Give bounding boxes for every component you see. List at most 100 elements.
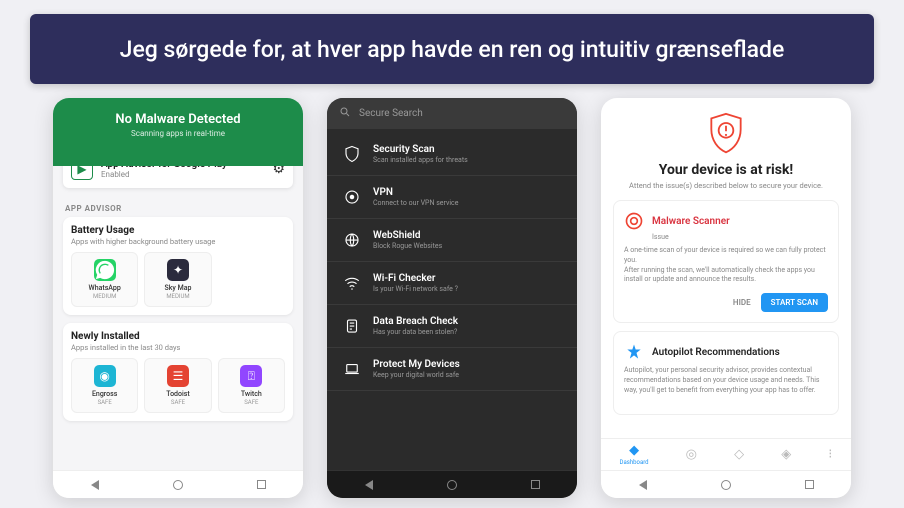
item-sub: Keep your digital world safe [373, 371, 561, 379]
phone1-header-sub: Scanning apps in real-time [61, 129, 295, 138]
android-nav [601, 470, 851, 498]
item-title: Protect My Devices [373, 359, 561, 370]
list-item[interactable]: Data Breach CheckHas your data been stol… [327, 305, 577, 348]
malware-icon [624, 211, 644, 231]
home-icon[interactable] [720, 479, 732, 491]
app-tile[interactable]: WhatsApp MEDIUM [71, 252, 138, 307]
bottom-tabs: ◆ Dashboard ◎ ◇ ◈ ⁝ [601, 438, 851, 470]
autopilot-title: Autopilot Recommendations [652, 347, 780, 358]
lock-icon: ◇ [734, 447, 744, 462]
tab-2[interactable]: ◎ [686, 447, 697, 462]
twitch-icon: ⍰ [240, 365, 262, 387]
laptop-icon [343, 360, 361, 378]
feature-list: Security ScanScan installed apps for thr… [327, 129, 577, 421]
app-status: SAFE [74, 399, 135, 406]
app-name: Todoist [147, 390, 208, 398]
home-icon[interactable] [446, 479, 458, 491]
tab-dashboard[interactable]: ◆ Dashboard [620, 443, 649, 466]
back-icon[interactable] [363, 479, 375, 491]
phone1-content: No Malware Detected Scanning apps in rea… [53, 98, 303, 498]
recent-icon[interactable] [803, 479, 815, 491]
tab-5[interactable]: ⁝ [828, 447, 832, 462]
battery-card[interactable]: Battery Usage Apps with higher backgroun… [63, 217, 293, 315]
malware-body: A one-time scan of your device is requir… [624, 246, 828, 285]
shield-icon: ◈ [781, 447, 791, 462]
list-item[interactable]: Protect My DevicesKeep your digital worl… [327, 348, 577, 391]
vpn-icon [343, 188, 361, 206]
newly-title: Newly Installed [71, 331, 285, 342]
list-item[interactable]: VPNConnect to our VPN service [327, 176, 577, 219]
list-item[interactable]: Wi-Fi CheckerIs your Wi-Fi network safe … [327, 262, 577, 305]
list-item[interactable]: WebShieldBlock Rogue Websites [327, 219, 577, 262]
item-title: WebShield [373, 230, 561, 241]
item-sub: Scan installed apps for threats [373, 156, 561, 164]
newly-sub: Apps installed in the last 30 days [71, 343, 285, 352]
risk-title: Your device is at risk! [613, 162, 839, 178]
phone1-header-title: No Malware Detected [61, 112, 295, 127]
malware-issue: Issue [652, 233, 828, 241]
item-sub: Connect to our VPN service [373, 199, 561, 207]
item-title: VPN [373, 187, 561, 198]
android-nav [327, 470, 577, 498]
phone-1: No Malware Detected Scanning apps in rea… [53, 98, 303, 498]
target-icon: ◎ [686, 447, 697, 462]
shield-icon [343, 145, 361, 163]
recent-icon[interactable] [529, 479, 541, 491]
malware-body2: After running the scan, we'll automatica… [624, 266, 815, 284]
app-tile[interactable]: ✦ Sky Map MEDIUM [144, 252, 211, 307]
app-tile[interactable]: ◉ Engross SAFE [71, 358, 138, 413]
app-status: SAFE [221, 399, 282, 406]
item-sub: Is your Wi-Fi network safe ? [373, 285, 561, 293]
caption-banner: Jeg sørgede for, at hver app havde en re… [30, 14, 874, 84]
search-bar[interactable]: Secure Search [327, 98, 577, 129]
app-name: Sky Map [147, 284, 208, 292]
app-tile[interactable]: ☰ Todoist SAFE [144, 358, 211, 413]
newly-card[interactable]: Newly Installed Apps installed in the la… [63, 323, 293, 421]
globe-icon [343, 231, 361, 249]
phone-3: Your device is at risk! Attend the issue… [601, 98, 851, 498]
more-icon: ⁝ [828, 447, 832, 462]
home-icon[interactable] [172, 479, 184, 491]
item-title: Wi-Fi Checker [373, 273, 561, 284]
item-title: Security Scan [373, 144, 561, 155]
app-name: Engross [74, 390, 135, 398]
back-icon[interactable] [637, 479, 649, 491]
app-status: MEDIUM [147, 293, 208, 300]
battery-title: Battery Usage [71, 225, 285, 236]
malware-card: Malware Scanner Issue A one-time scan of… [613, 200, 839, 323]
risk-shield-icon [707, 112, 745, 156]
recent-icon[interactable] [255, 479, 267, 491]
phone1-body: APP ADVISOR Battery Usage Apps with high… [53, 188, 303, 451]
data-icon [343, 317, 361, 335]
phone-2: Secure Search Security ScanScan installe… [327, 98, 577, 498]
phone1-header: No Malware Detected Scanning apps in rea… [53, 98, 303, 166]
skymap-icon: ✦ [167, 259, 189, 281]
tab-4[interactable]: ◈ [781, 447, 791, 462]
battery-sub: Apps with higher background battery usag… [71, 237, 285, 246]
start-scan-button[interactable]: START SCAN [761, 293, 828, 312]
malware-actions: HIDE START SCAN [624, 293, 828, 312]
tab-3[interactable]: ◇ [734, 447, 744, 462]
list-item[interactable]: Security ScanScan installed apps for thr… [327, 133, 577, 176]
phone-row: No Malware Detected Scanning apps in rea… [0, 98, 904, 498]
tab-label: Dashboard [620, 459, 649, 466]
newly-apps: ◉ Engross SAFE ☰ Todoist SAFE ⍰ Twitch [71, 358, 285, 413]
malware-head: Malware Scanner [624, 211, 828, 231]
item-sub: Block Rogue Websites [373, 242, 561, 250]
app-tile[interactable]: ⍰ Twitch SAFE [218, 358, 285, 413]
todoist-icon: ☰ [167, 365, 189, 387]
autopilot-head: Autopilot Recommendations [624, 342, 828, 362]
back-icon[interactable] [89, 479, 101, 491]
item-title: Data Breach Check [373, 316, 561, 327]
app-status: MEDIUM [74, 293, 135, 300]
app-name: Twitch [221, 390, 282, 398]
android-nav [53, 470, 303, 498]
autopilot-icon [624, 342, 644, 362]
whatsapp-icon [94, 259, 116, 281]
hide-button[interactable]: HIDE [733, 298, 751, 307]
app-name: WhatsApp [74, 284, 135, 292]
item-sub: Has your data been stolen? [373, 328, 561, 336]
battery-apps: WhatsApp MEDIUM ✦ Sky Map MEDIUM [71, 252, 285, 307]
app-advisor-sub: Enabled [101, 170, 264, 179]
search-placeholder: Secure Search [359, 108, 423, 119]
